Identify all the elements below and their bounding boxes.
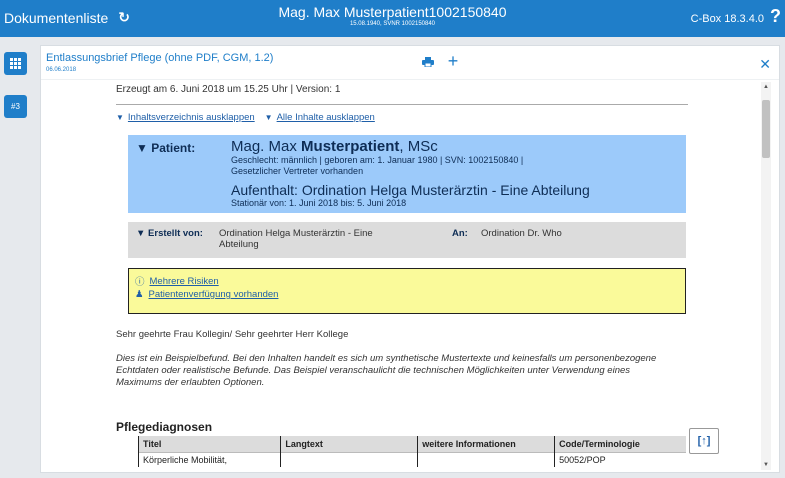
top-bar-right: C-Box 18.3.4.0 ? xyxy=(690,6,781,27)
triangle-down-icon: ▼ xyxy=(116,113,124,122)
scroll-down-icon[interactable]: ▼ xyxy=(763,462,769,468)
column-header: Code/Terminologie xyxy=(554,436,686,453)
toggle-toc-link[interactable]: Inhaltsverzeichnis ausklappen xyxy=(128,112,255,123)
intro-text: Dies ist ein Beispielbefund. Bei den Inh… xyxy=(116,353,657,388)
column-header: weitere Informationen xyxy=(417,436,555,453)
patient-info-box: ▼ Patient: Mag. Max Musterpatient, MSc G… xyxy=(128,135,686,213)
patient-subtitle: 15.08.1940, SVNR 1002150840 xyxy=(349,21,436,27)
patient-header: Mag. Max Musterpatient1002150840 15.08.1… xyxy=(0,4,785,29)
table-cell: Körperliche Mobilität, xyxy=(137,452,281,467)
toggle-all[interactable]: ▼ Alle Inhalte ausklappen xyxy=(265,112,375,123)
grid-icon xyxy=(10,58,21,69)
table-cell xyxy=(417,452,555,467)
document-header: Entlassungsbrief Pflege (ohne PDF, CGM, … xyxy=(41,46,779,80)
apps-grid-button[interactable] xyxy=(4,52,27,75)
document-title: Entlassungsbrief Pflege (ohne PDF, CGM, … xyxy=(46,52,274,64)
recipient-text: Ordination Dr. Who xyxy=(481,228,562,239)
expand-toggles: ▼ Inhaltsverzeichnis ausklappen ▼ Alle Inh… xyxy=(116,112,375,123)
creator-text: Ordination Helga Musterärztin - Eine Abt… xyxy=(219,228,373,250)
risk-link[interactable]: Mehrere Risiken xyxy=(150,276,219,287)
document-panel: Entlassungsbrief Pflege (ohne PDF, CGM, … xyxy=(40,45,780,473)
column-header: Titel xyxy=(137,436,281,453)
version-label: C-Box 18.3.4.0 xyxy=(690,12,764,25)
patient-name: Mag. Max Musterpatient1002150840 xyxy=(278,4,507,20)
scroll-thumb[interactable] xyxy=(762,100,770,158)
table-cell xyxy=(280,452,418,467)
triangle-down-icon: ▼ xyxy=(264,113,273,122)
patient-stay: Aufenthalt: Ordination Helga Musterärzti… xyxy=(231,182,590,198)
back-to-top-button[interactable]: [↑] xyxy=(689,428,719,454)
diagnoses-table: Titel Langtext weitere Informationen Cod… xyxy=(137,436,686,467)
column-header: Langtext xyxy=(280,436,418,453)
table-row: Körperliche Mobilität, 50052/POP xyxy=(137,452,686,467)
section-title: Pflegediagnosen xyxy=(116,420,213,434)
directive-link[interactable]: Patientenverfügung vorhanden xyxy=(149,289,279,300)
info-icon: ⓘ xyxy=(135,277,145,288)
document-meta: Erzeugt am 6. Juni 2018 um 15.25 Uhr | V… xyxy=(116,84,341,95)
toggle-toc[interactable]: ▼ Inhaltsverzeichnis ausklappen xyxy=(116,112,255,123)
creator-box: ▼ Erstellt von: Ordination Helga Musterä… xyxy=(128,222,686,258)
patient-stay-dates: Stationär von: 1. Juni 2018 bis: 5. Juni… xyxy=(231,198,407,208)
person-icon: ♟ xyxy=(135,289,144,300)
scroll-up-icon[interactable]: ▲ xyxy=(763,84,769,90)
add-icon[interactable]: + xyxy=(443,51,463,71)
creator-label[interactable]: ▼ Erstellt von: xyxy=(136,228,203,239)
top-bar: Dokumentenliste ↻ Mag. Max Musterpatient… xyxy=(0,0,785,37)
warnings-box: ⓘ Mehrere Risiken ♟ Patientenverfügung v… xyxy=(128,268,686,314)
vertical-scrollbar[interactable]: ▲ ▼ xyxy=(761,82,771,470)
document-count-badge[interactable]: #3 xyxy=(4,95,27,118)
close-icon[interactable]: ✕ xyxy=(759,56,771,73)
help-icon[interactable]: ? xyxy=(770,6,781,27)
patient-label[interactable]: ▼ Patient: xyxy=(136,141,195,155)
table-cell: 50052/POP xyxy=(554,452,686,467)
risk-warning[interactable]: ⓘ Mehrere Risiken xyxy=(135,274,219,289)
document-date: 06.06.2018 xyxy=(46,67,77,73)
recipient-label: An: xyxy=(452,228,468,239)
toggle-all-link[interactable]: Alle Inhalte ausklappen xyxy=(277,112,375,123)
patient-full-name: Mag. Max Musterpatient, MSc xyxy=(231,138,438,155)
divider xyxy=(116,104,688,105)
directive-warning[interactable]: ♟ Patientenverfügung vorhanden xyxy=(135,289,278,300)
greeting: Sehr geehrte Frau Kollegin/ Sehr geehrte… xyxy=(116,329,349,340)
patient-details-line2: Gesetzlicher Vertreter vorhanden xyxy=(231,166,364,176)
table-header-row: Titel Langtext weitere Informationen Cod… xyxy=(137,436,686,453)
patient-details-line1: Geschlecht: männlich | geboren am: 1. Ja… xyxy=(231,155,524,165)
print-icon[interactable] xyxy=(422,57,434,67)
